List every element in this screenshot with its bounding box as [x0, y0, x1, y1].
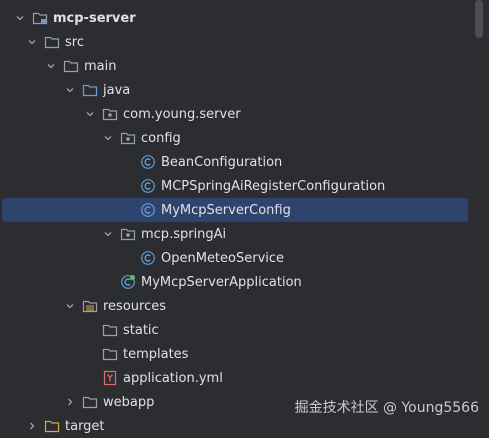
- chevron-down-icon[interactable]: [62, 82, 78, 98]
- tree-item-label: MyMcpServerApplication: [141, 274, 302, 290]
- tree-item-label: src: [65, 34, 84, 50]
- tree-item-label: config: [141, 130, 181, 146]
- tree-item-label: com.young.server: [123, 106, 241, 122]
- class-icon: [140, 154, 156, 170]
- package-icon: [102, 106, 118, 122]
- tree-item-config[interactable]: config: [0, 126, 470, 150]
- class-icon: [140, 250, 156, 266]
- tree-item-label: mcp-server: [53, 10, 136, 26]
- class-icon: [140, 202, 156, 218]
- tree-item-resources[interactable]: resources: [0, 294, 470, 318]
- folder-icon: [102, 322, 118, 338]
- tree-item-beanconfiguration[interactable]: BeanConfiguration: [0, 150, 470, 174]
- spring-class-icon: [120, 274, 136, 290]
- tree-item-mymcpserverapplication[interactable]: MyMcpServerApplication: [0, 270, 470, 294]
- folder-icon: [44, 418, 60, 434]
- chevron-down-icon[interactable]: [82, 106, 98, 122]
- tree-item-mcp-server[interactable]: mcp-server: [0, 6, 470, 30]
- tree-item-static[interactable]: static: [0, 318, 470, 342]
- watermark: 掘金技术社区 @ Young5566: [294, 400, 479, 416]
- resources-folder-icon: [82, 298, 98, 314]
- chevron-down-icon[interactable]: [100, 130, 116, 146]
- tree-item-mcp-springai[interactable]: mcp.springAi: [0, 222, 470, 246]
- tree-item-label: MyMcpServerConfig: [161, 202, 291, 218]
- vertical-scrollbar[interactable]: [475, 0, 483, 38]
- tree-item-label: java: [103, 82, 131, 98]
- tree-item-label: BeanConfiguration: [161, 154, 283, 170]
- chevron-right-icon[interactable]: [62, 394, 78, 410]
- chevron-down-icon[interactable]: [43, 58, 59, 74]
- yml-file-icon: [102, 370, 118, 386]
- folder-icon: [102, 346, 118, 362]
- tree-item-label: resources: [103, 298, 167, 314]
- tree-item-mymcpserverconfig[interactable]: MyMcpServerConfig: [2, 198, 468, 222]
- package-icon: [120, 130, 136, 146]
- tree-item-label: application.yml: [123, 370, 223, 386]
- folder-icon: [44, 34, 60, 50]
- tree-item-label: mcp.springAi: [141, 226, 227, 242]
- tree-item-java[interactable]: java: [0, 78, 470, 102]
- tree-item-src[interactable]: src: [0, 30, 470, 54]
- tree-item-main[interactable]: main: [0, 54, 470, 78]
- chevron-down-icon[interactable]: [62, 298, 78, 314]
- source-folder-icon: [82, 82, 98, 98]
- tree-item-application-yml[interactable]: application.yml: [0, 366, 470, 390]
- tree-item-label: webapp: [103, 394, 155, 410]
- tree-item-label: MCPSpringAiRegisterConfiguration: [161, 178, 386, 194]
- chevron-down-icon[interactable]: [100, 226, 116, 242]
- module-folder-icon: [32, 10, 48, 26]
- tree-item-mcpspringairegisterconfiguration[interactable]: MCPSpringAiRegisterConfiguration: [0, 174, 470, 198]
- tree-item-openmeteoservice[interactable]: OpenMeteoService: [0, 246, 470, 270]
- project-tree: mcp-server src main java com.young.serve…: [0, 0, 489, 434]
- chevron-down-icon[interactable]: [12, 10, 28, 26]
- chevron-right-icon[interactable]: [24, 418, 40, 434]
- package-icon: [120, 226, 136, 242]
- chevron-down-icon[interactable]: [24, 34, 40, 50]
- folder-icon: [63, 58, 79, 74]
- tree-item-com-young-server[interactable]: com.young.server: [0, 102, 470, 126]
- class-icon: [140, 178, 156, 194]
- tree-item-label: main: [84, 58, 117, 74]
- tree-item-label: static: [123, 322, 159, 338]
- tree-item-label: target: [65, 418, 105, 434]
- folder-icon: [82, 394, 98, 410]
- tree-item-label: templates: [123, 346, 189, 362]
- tree-item-target[interactable]: target: [0, 414, 470, 438]
- tree-item-label: OpenMeteoService: [161, 250, 285, 266]
- tree-item-templates[interactable]: templates: [0, 342, 470, 366]
